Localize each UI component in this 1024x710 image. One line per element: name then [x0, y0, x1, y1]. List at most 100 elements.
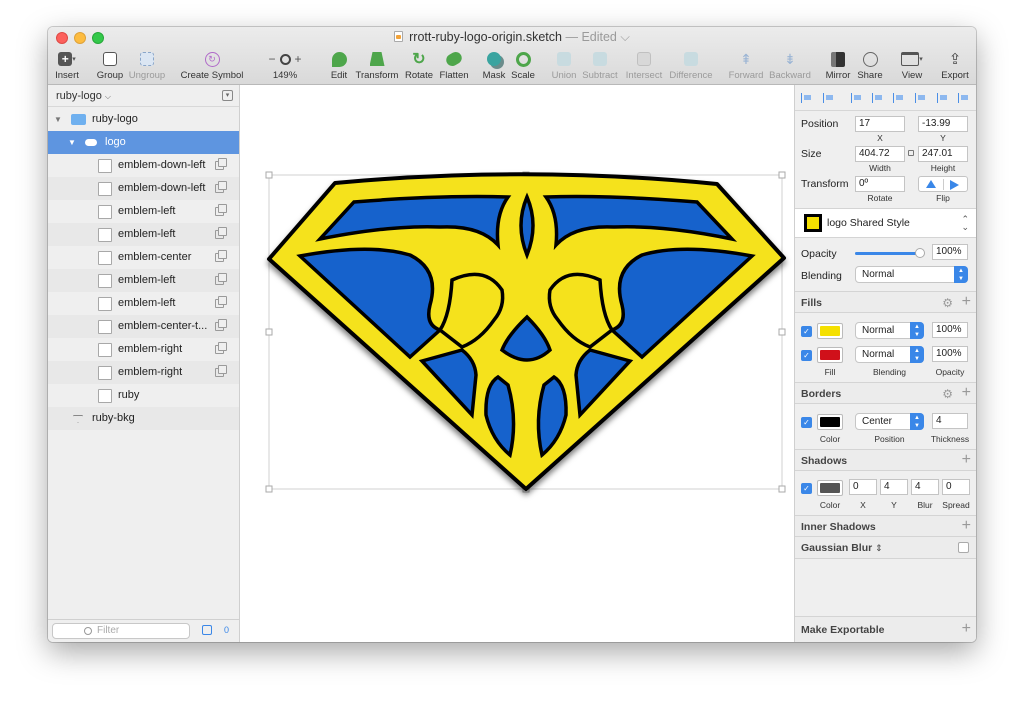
subtract-button[interactable]: Subtract — [580, 49, 620, 83]
shadow-color[interactable] — [817, 480, 843, 496]
insert-button[interactable]: + ▾ Insert — [54, 49, 80, 83]
transform-button[interactable]: Transform — [354, 49, 400, 83]
union-button[interactable]: Union — [550, 49, 578, 83]
layer-row[interactable]: emblem-center — [48, 246, 239, 269]
page-selector[interactable]: ruby-logo ⌵ ▾ — [48, 85, 239, 107]
mask-button[interactable]: Mask — [482, 49, 506, 83]
add-border-button[interactable]: + — [962, 384, 971, 402]
opacity-slider-knob[interactable] — [915, 248, 925, 258]
symbol-link-icon[interactable] — [215, 250, 227, 262]
border-thickness[interactable]: 4 — [932, 413, 968, 429]
x-field[interactable]: 17 — [855, 116, 905, 132]
layer-row[interactable]: ▼ logo — [48, 131, 239, 154]
height-field[interactable]: 247.01 — [918, 146, 968, 162]
intersect-button[interactable]: Intersect — [624, 49, 664, 83]
symbol-link-icon[interactable] — [215, 227, 227, 239]
fill-1-blending-select[interactable]: Normal ▲ ▼ — [855, 322, 924, 339]
fill-1-checkbox[interactable]: ✓ — [801, 326, 812, 337]
edit-button[interactable]: Edit — [328, 49, 350, 83]
blending-select[interactable]: Normal ▲ ▼ — [855, 266, 968, 283]
shadow-blur[interactable]: 4 — [911, 479, 939, 495]
symbol-link-icon[interactable] — [215, 181, 227, 193]
ungroup-button[interactable]: Ungroup — [128, 49, 166, 83]
shared-style-row[interactable]: logo Shared Style ⌃ ⌄ — [795, 208, 976, 238]
width-field[interactable]: 404.72 — [855, 146, 905, 162]
layer-row[interactable]: emblem-left — [48, 200, 239, 223]
create-symbol-button[interactable]: ↻ Create Symbol — [180, 49, 244, 83]
layer-row[interactable]: emblem-left — [48, 269, 239, 292]
view-button[interactable]: ▾ View — [898, 49, 926, 83]
rotate-button[interactable]: ↻ Rotate — [403, 49, 435, 83]
layer-row[interactable]: ruby — [48, 384, 239, 407]
fill-1-color[interactable] — [817, 323, 843, 339]
add-shadow-button[interactable]: + — [962, 451, 971, 469]
flatten-button[interactable]: Flatten — [438, 49, 470, 83]
rotate-field[interactable]: 0º — [855, 176, 905, 192]
logo-artwork[interactable] — [240, 85, 794, 642]
shadow-spread[interactable]: 0 — [942, 479, 970, 495]
align-middle-icon[interactable] — [937, 93, 948, 103]
layer-row[interactable]: emblem-right — [48, 338, 239, 361]
symbol-link-icon[interactable] — [215, 365, 227, 377]
borders-gear-icon[interactable]: ⚙ — [942, 387, 953, 401]
symbol-link-icon[interactable] — [215, 273, 227, 285]
slices-icon[interactable] — [202, 625, 212, 635]
canvas[interactable] — [240, 85, 794, 642]
fill-1-opacity[interactable]: 100% — [932, 322, 968, 338]
shadow-checkbox[interactable]: ✓ — [801, 483, 812, 494]
layer-row[interactable]: emblem-center-t... — [48, 315, 239, 338]
disclosure-triangle-icon[interactable]: ▼ — [54, 108, 62, 131]
fill-2-opacity[interactable]: 100% — [932, 346, 968, 362]
share-button[interactable]: Share — [856, 49, 884, 83]
border-checkbox[interactable]: ✓ — [801, 417, 812, 428]
lock-ratio-icon[interactable] — [908, 150, 914, 156]
symbol-link-icon[interactable] — [215, 296, 227, 308]
fill-2-checkbox[interactable]: ✓ — [801, 350, 812, 361]
shadow-y[interactable]: 4 — [880, 479, 908, 495]
align-center-icon[interactable] — [872, 93, 883, 103]
align-right-icon[interactable] — [893, 93, 904, 103]
align-top-icon[interactable] — [915, 93, 926, 103]
layer-row[interactable]: emblem-left — [48, 223, 239, 246]
mirror-button[interactable]: Mirror — [824, 49, 852, 83]
zoom-in-button[interactable]: + — [295, 52, 302, 66]
blur-stepper-icon[interactable]: ⇕ — [875, 543, 883, 553]
layer-filter-input[interactable]: Filter — [52, 623, 190, 639]
flip-horizontal-icon[interactable] — [926, 180, 936, 188]
make-exportable-row[interactable]: Make Exportable + — [795, 616, 976, 642]
border-position-select[interactable]: Center ▲ ▼ — [855, 413, 924, 430]
border-color[interactable] — [817, 414, 843, 430]
export-button[interactable]: ⇪ Export — [940, 49, 970, 83]
disclosure-triangle-icon[interactable]: ▼ — [68, 131, 76, 154]
distribute-vertical-icon[interactable] — [823, 93, 834, 103]
align-bottom-icon[interactable] — [958, 93, 969, 103]
fill-2-blending-select[interactable]: Normal ▲ ▼ — [855, 346, 924, 363]
add-export-button[interactable]: + — [962, 620, 971, 638]
flip-vertical-icon[interactable] — [950, 180, 959, 190]
symbol-link-icon[interactable] — [215, 342, 227, 354]
layer-row[interactable]: emblem-right — [48, 361, 239, 384]
difference-button[interactable]: Difference — [668, 49, 714, 83]
opacity-slider[interactable] — [855, 248, 925, 258]
symbol-link-icon[interactable] — [215, 319, 227, 331]
zoom-out-button[interactable]: − — [268, 52, 275, 66]
layer-row[interactable]: emblem-left — [48, 292, 239, 315]
symbol-link-icon[interactable] — [215, 204, 227, 216]
forward-button[interactable]: ⇞ Forward — [728, 49, 764, 83]
layer-row[interactable]: ruby-bkg — [48, 407, 239, 430]
layer-row[interactable]: emblem-down-left — [48, 154, 239, 177]
fills-gear-icon[interactable]: ⚙ — [942, 296, 953, 310]
stepper-icon[interactable]: ⌃ ⌄ — [961, 215, 969, 232]
add-fill-button[interactable]: + — [962, 293, 971, 311]
shadow-x[interactable]: 0 — [849, 479, 877, 495]
symbol-link-icon[interactable] — [215, 158, 227, 170]
backward-button[interactable]: ⇟ Backward — [768, 49, 812, 83]
gaussian-blur-checkbox[interactable] — [958, 542, 969, 553]
y-field[interactable]: -13.99 — [918, 116, 968, 132]
distribute-horizontal-icon[interactable] — [801, 93, 812, 103]
zoom-control[interactable]: − + 149% — [260, 49, 310, 83]
align-left-icon[interactable] — [851, 93, 862, 103]
layer-row[interactable]: ▼ ruby-logo — [48, 108, 239, 131]
add-inner-shadow-button[interactable]: + — [962, 517, 971, 535]
fill-2-color[interactable] — [817, 347, 843, 363]
